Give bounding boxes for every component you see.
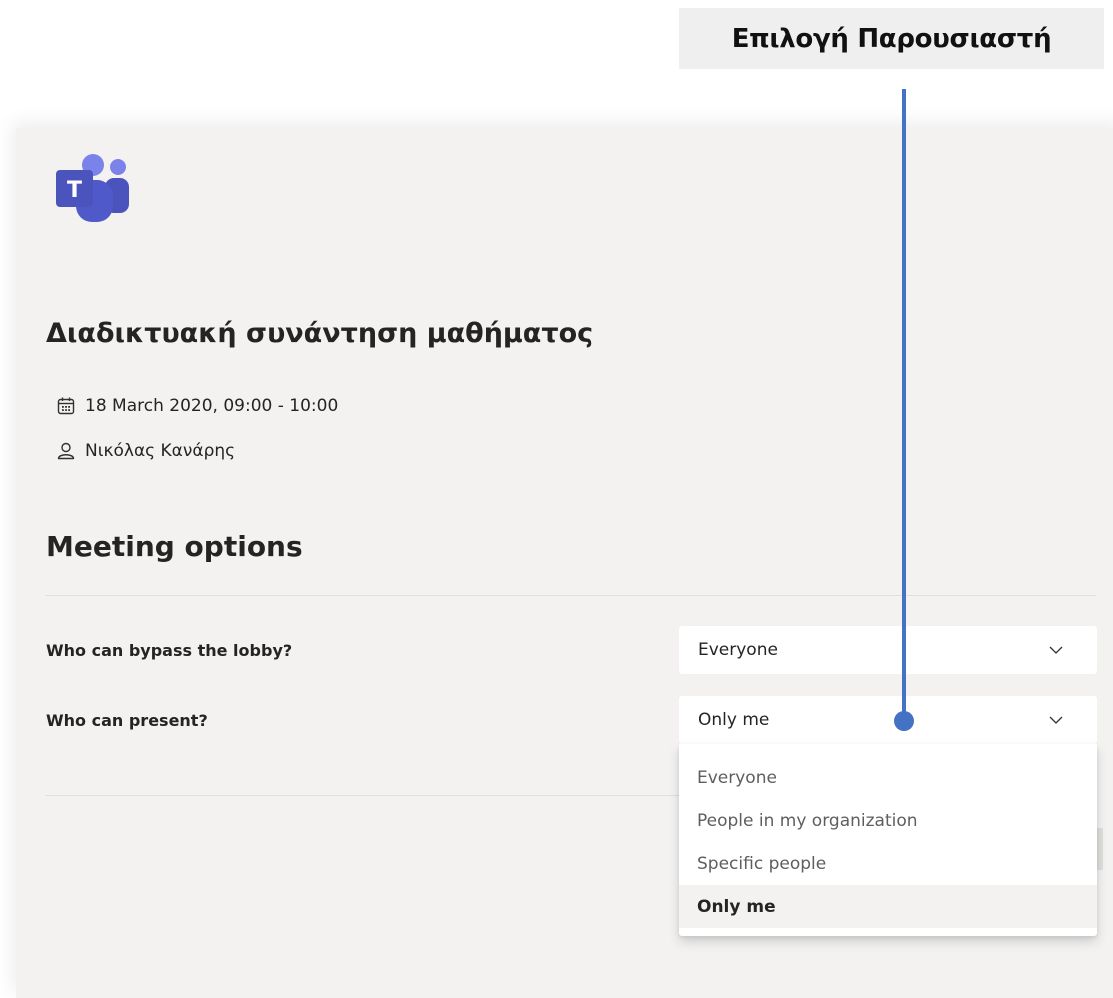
microsoft-teams-logo-icon: T: [56, 154, 129, 222]
lobby-bypass-select[interactable]: Everyone: [679, 626, 1097, 674]
meeting-options-heading: Meeting options: [46, 530, 303, 563]
calendar-icon: [57, 397, 75, 415]
annotation-label: Επιλογή Παρουσιαστή: [731, 23, 1052, 54]
chevron-down-icon: [1049, 716, 1063, 724]
presenter-value: Only me: [698, 710, 770, 730]
dropdown-option-people-in-my-organization[interactable]: People in my organization: [679, 799, 1097, 842]
lobby-bypass-value: Everyone: [698, 640, 778, 660]
lobby-option-label: Who can bypass the lobby?: [46, 641, 293, 660]
divider: [46, 595, 1096, 596]
annotation-pointer-dot: [894, 711, 914, 731]
person-icon: [57, 442, 75, 460]
meeting-organizer-row: Νικόλας Κανάρης: [56, 441, 235, 461]
teams-logo-letter: T: [67, 178, 82, 203]
dropdown-option-only-me[interactable]: Only me: [679, 885, 1097, 928]
meeting-datetime: 18 March 2020, 09:00 - 10:00: [85, 396, 339, 416]
dropdown-option-everyone[interactable]: Everyone: [679, 756, 1097, 799]
presenter-option-label: Who can present?: [46, 711, 208, 730]
annotation-pointer-line: [902, 89, 906, 719]
dropdown-option-specific-people[interactable]: Specific people: [679, 842, 1097, 885]
chevron-down-icon: [1049, 646, 1063, 654]
meeting-organizer: Νικόλας Κανάρης: [85, 441, 236, 461]
presenter-select[interactable]: Only me: [679, 696, 1097, 744]
presenter-dropdown-list: Everyone People in my organization Speci…: [679, 744, 1097, 936]
annotation-callout: Επιλογή Παρουσιαστή: [679, 8, 1104, 69]
meeting-datetime-row: 18 March 2020, 09:00 - 10:00: [56, 396, 338, 416]
save-button-edge[interactable]: [1097, 828, 1103, 870]
meeting-title: Διαδικτυακή συνάντηση μαθήματος: [46, 318, 594, 349]
